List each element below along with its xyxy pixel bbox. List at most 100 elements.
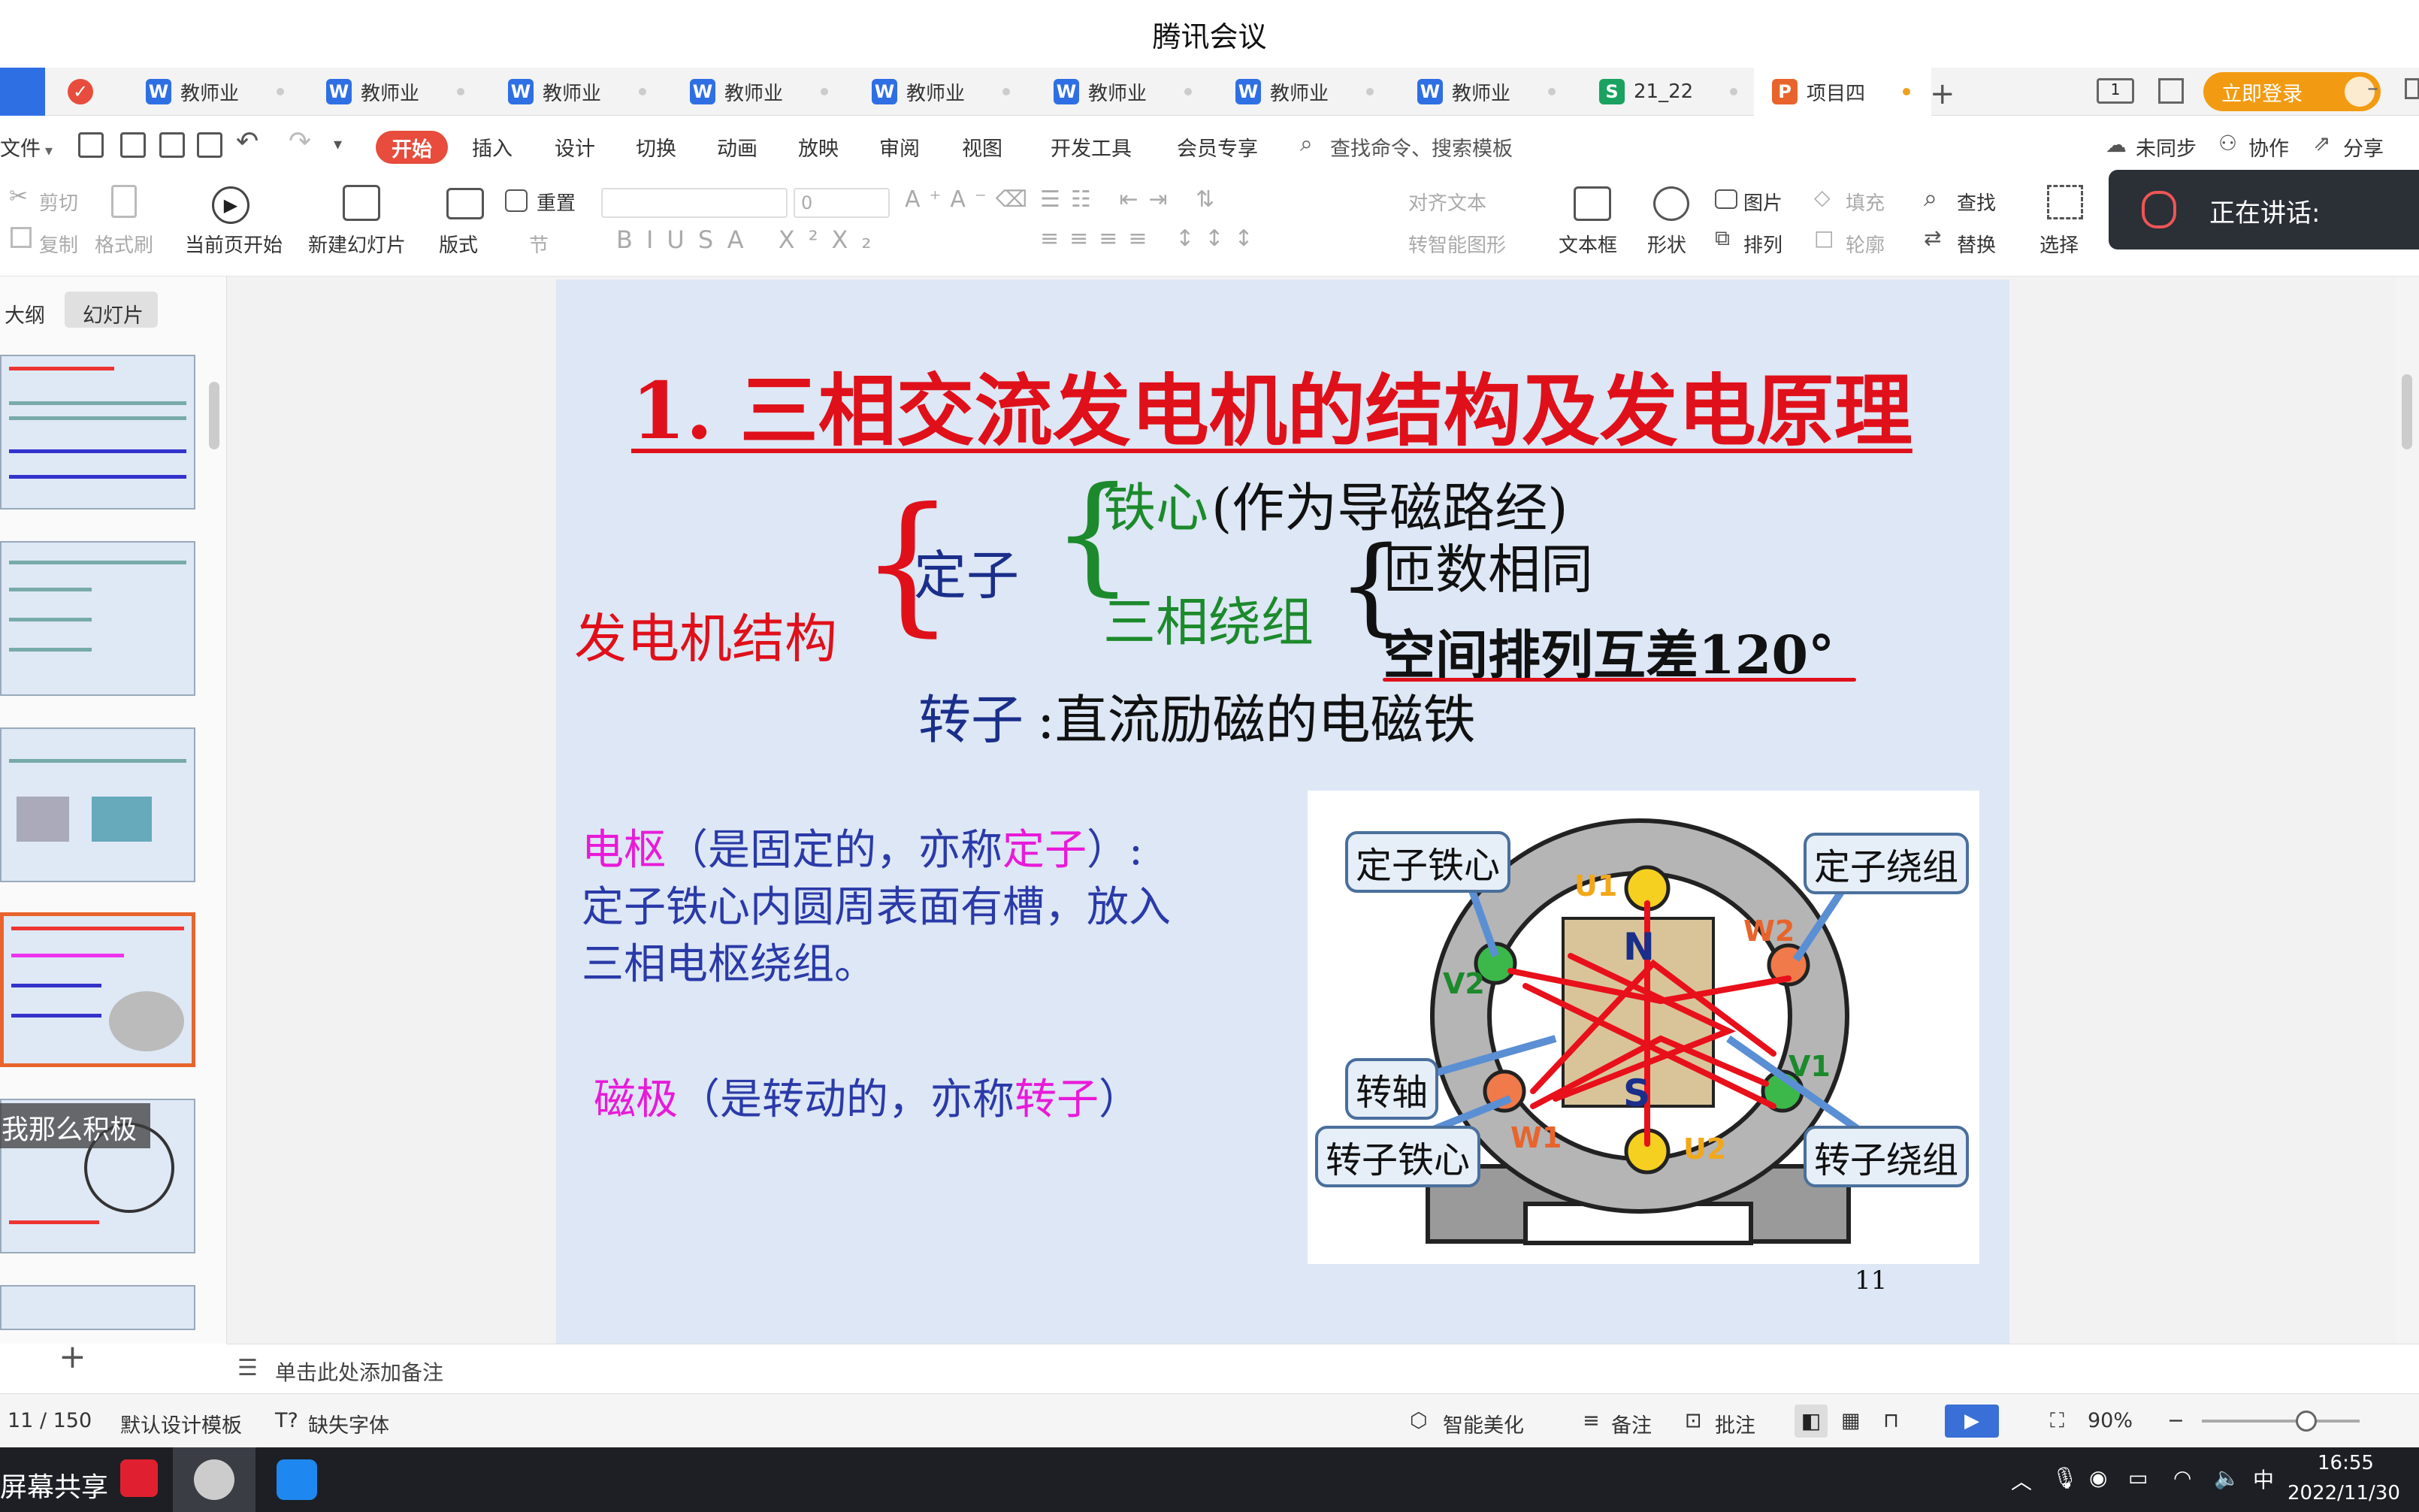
add-slide-icon[interactable]: +	[59, 1338, 86, 1376]
minimize-icon[interactable]: –	[2367, 75, 2378, 101]
new-tab-icon[interactable]: +	[1930, 77, 1955, 111]
home-tab[interactable]	[0, 68, 45, 116]
document-tab[interactable]: W 教师业	[1399, 68, 1577, 116]
tencent-meeting-icon[interactable]	[277, 1459, 317, 1500]
mic-icon[interactable]: 🎙	[2052, 1465, 2079, 1490]
vertical-scrollbar[interactable]	[2396, 277, 2419, 1344]
zoom-out-icon[interactable]: −	[2167, 1409, 2185, 1432]
document-tab[interactable]: W 教师业	[854, 68, 1031, 116]
fill-button[interactable]: 填充	[1846, 188, 1885, 216]
clock-date[interactable]: 2022/11/30	[2287, 1482, 2400, 1504]
section-button[interactable]: 节	[529, 230, 549, 258]
document-tab[interactable]: W 教师业	[308, 68, 485, 116]
menu-tab[interactable]: 开发工具	[1051, 132, 1132, 162]
missing-font-button[interactable]: 缺失字体	[308, 1409, 389, 1438]
smart-graphic-button[interactable]: 转智能图形	[1408, 230, 1506, 258]
format-painter-button[interactable]: 格式刷	[95, 230, 153, 258]
align-text-button[interactable]: 对齐文本	[1408, 188, 1486, 216]
font-size-select[interactable]: 0	[794, 188, 890, 218]
new-slide-button[interactable]: 新建幻灯片	[308, 230, 406, 258]
find-button[interactable]: 查找	[1957, 188, 1996, 216]
slide-thumbnail-current[interactable]	[0, 912, 195, 1067]
network-icon[interactable]: ◉	[2089, 1465, 2107, 1490]
menu-tab[interactable]: 插入	[472, 132, 513, 162]
command-search[interactable]: 查找命令、搜索模板	[1330, 132, 1513, 162]
tab-slides[interactable]: 幻灯片	[83, 299, 144, 328]
clock-time[interactable]: 16:55	[2318, 1452, 2374, 1474]
menu-tab[interactable]: 放映	[798, 132, 839, 162]
current-slide[interactable]: 1. 三相交流发电机的结构及发电原理 发电机结构 { 定子 { 铁心 (作为导磁…	[556, 280, 2009, 1345]
print-preview-icon[interactable]	[197, 132, 222, 158]
smart-beautify-button[interactable]: 智能美化	[1443, 1409, 1524, 1438]
arrange-button[interactable]: 排列	[1743, 230, 1783, 258]
menu-tab[interactable]: 审阅	[879, 132, 920, 162]
slide-thumbnail[interactable]	[0, 541, 195, 696]
template-name[interactable]: 默认设计模板	[120, 1409, 242, 1438]
replace-button[interactable]: 替换	[1957, 230, 1996, 258]
play-from-current-button[interactable]: 当前页开始	[185, 230, 283, 258]
taskbar-app-active[interactable]	[173, 1447, 256, 1512]
menu-tab[interactable]: 视图	[962, 132, 1002, 162]
side-scrollbar[interactable]	[209, 382, 219, 449]
ime-indicator[interactable]: 中	[2253, 1464, 2274, 1494]
document-tab[interactable]: W 教师业	[128, 68, 305, 116]
reading-view-icon[interactable]: ⊓	[1883, 1409, 1899, 1432]
text-format-icons[interactable]: BIUSA X²X₂	[616, 225, 884, 254]
outline-button[interactable]: 轮廓	[1846, 230, 1885, 258]
layout-button[interactable]: 版式	[439, 230, 478, 258]
slide-thumbnail[interactable]	[0, 727, 195, 882]
print-icon[interactable]	[159, 132, 185, 158]
maximize-icon[interactable]	[2405, 78, 2419, 99]
wps-app-icon[interactable]	[120, 1459, 158, 1497]
battery-icon[interactable]: ▭	[2128, 1465, 2148, 1490]
comment-button[interactable]: 批注	[1715, 1409, 1755, 1438]
document-tab[interactable]: W 教师业	[1217, 68, 1395, 116]
document-tab[interactable]: W 教师业	[672, 68, 849, 116]
notes-placeholder[interactable]: 单击此处添加备注	[275, 1356, 443, 1387]
notes-toggle-button[interactable]: 备注	[1611, 1409, 1652, 1438]
shape-button[interactable]: 形状	[1647, 230, 1686, 258]
list-icons[interactable]: ☰☷ ⇤⇥ ⇅	[1040, 186, 1225, 213]
document-tab-active[interactable]: P 项目四	[1754, 68, 1931, 116]
textbox-button[interactable]: 文本框	[1559, 230, 1617, 258]
slideshow-play-button[interactable]: ▶	[1945, 1405, 1999, 1438]
tray-chevron-icon[interactable]: ︿	[2011, 1465, 2032, 1495]
fit-window-icon[interactable]: ⛶	[2050, 1409, 2064, 1433]
collab-button[interactable]: 协作	[2248, 132, 2289, 162]
slide-thumbnail[interactable]	[0, 1285, 195, 1330]
zoom-level[interactable]: 90%	[2088, 1409, 2133, 1432]
menu-tab[interactable]: 动画	[717, 132, 757, 162]
paragraph-align-icons[interactable]: ≡≡≡≡ ↕↕↕	[1040, 225, 1264, 252]
volume-icon[interactable]: 🔈	[2214, 1465, 2240, 1490]
tab-start[interactable]: 开始	[376, 131, 448, 164]
file-menu[interactable]: 文件	[0, 132, 41, 162]
redo-icon[interactable]: ↷	[289, 126, 311, 157]
tab-outline[interactable]: 大纲	[5, 299, 45, 328]
customize-toolbar-icon[interactable]: ▾	[334, 135, 342, 154]
reset-button[interactable]: 重置	[537, 188, 576, 216]
menu-tab[interactable]: 设计	[555, 132, 595, 162]
zoom-slider[interactable]	[2202, 1411, 2360, 1432]
zoom-slider-thumb[interactable]	[2296, 1411, 2317, 1432]
share-button[interactable]: 分享	[2343, 132, 2384, 162]
slide-thumbnail[interactable]	[0, 355, 195, 510]
save-icon[interactable]	[78, 132, 104, 158]
select-button[interactable]: 选择	[2040, 230, 2079, 258]
notes-bar[interactable]: ☰ 单击此处添加备注	[227, 1344, 2419, 1393]
picture-button[interactable]: 图片	[1743, 188, 1783, 216]
wifi-icon[interactable]: ◠	[2173, 1465, 2191, 1490]
cut-button[interactable]: 剪切	[39, 188, 78, 216]
font-size-adjust-icons[interactable]: A⁺A⁻⌫	[905, 186, 1036, 213]
menu-tab[interactable]: 会员专享	[1177, 132, 1258, 162]
wps-logo-tab[interactable]: ✓	[45, 68, 135, 116]
sorter-view-icon[interactable]: ▦	[1841, 1409, 1861, 1432]
font-family-select[interactable]	[601, 188, 788, 218]
document-tab[interactable]: W 教师业	[490, 68, 667, 116]
menu-tab[interactable]: 切换	[636, 132, 676, 162]
document-tab[interactable]: S 21_22	[1581, 68, 1758, 116]
copy-button[interactable]: 复制	[39, 230, 78, 258]
scroll-thumb[interactable]	[2402, 374, 2412, 449]
grid-view-icon[interactable]	[2158, 78, 2184, 104]
normal-view-icon[interactable]: ◧	[1795, 1405, 1828, 1438]
sync-status[interactable]: 未同步	[2136, 132, 2197, 162]
